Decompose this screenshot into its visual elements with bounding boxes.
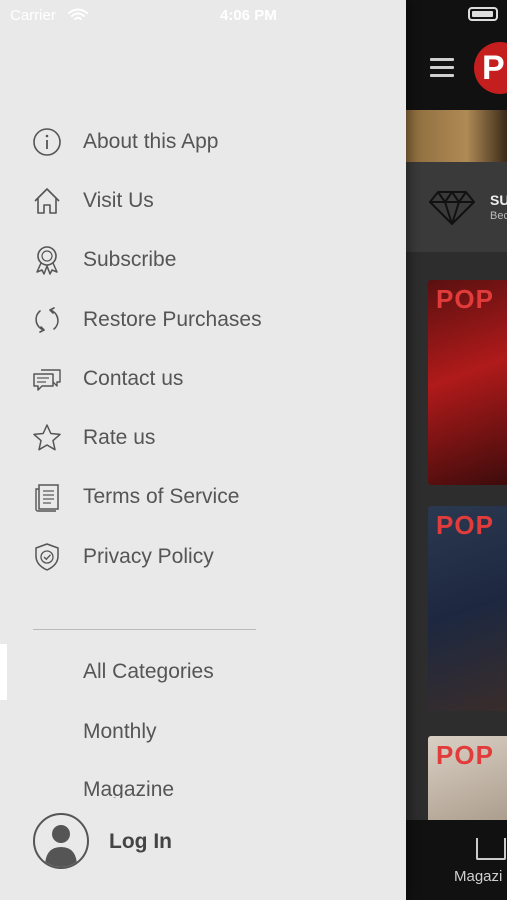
category-all[interactable]: All Categories <box>83 660 214 684</box>
menu-item-label: Restore Purchases <box>83 308 262 331</box>
menu-item-label: Rate us <box>83 426 156 449</box>
subscribe-title: SU <box>490 192 507 208</box>
menu-item-label: Visit Us <box>83 189 154 212</box>
avatar <box>33 813 89 869</box>
app-header: P <box>406 0 507 110</box>
app-logo: P <box>474 42 507 94</box>
side-drawer: About this App Visit Us Subscribe Restor… <box>0 0 406 900</box>
tab-bar: Magazi <box>406 820 507 900</box>
menu-item-label: Terms of Service <box>83 485 240 508</box>
refresh-icon <box>31 304 63 336</box>
battery-icon <box>468 7 498 21</box>
home-icon <box>31 185 63 217</box>
subscribe-banner[interactable]: SU Bec <box>406 162 507 252</box>
info-icon <box>31 126 63 158</box>
book-icon[interactable] <box>476 838 506 860</box>
document-icon <box>31 481 63 513</box>
badge-icon <box>31 244 63 276</box>
status-time: 4:06 PM <box>220 7 277 24</box>
magazine-cover[interactable]: POP <box>428 506 507 711</box>
cover-masthead: POP <box>436 740 494 770</box>
hero-banner[interactable] <box>406 110 507 162</box>
subscribe-subtitle: Bec <box>490 210 507 222</box>
menu-item-label: Subscribe <box>83 248 177 271</box>
chat-icon <box>31 363 63 395</box>
menu-divider <box>33 629 256 630</box>
wifi-icon <box>68 8 88 20</box>
background-app: P SU Bec POP POP POP Magazi <box>406 0 507 900</box>
cover-masthead: POP <box>436 510 494 540</box>
hamburger-menu-icon[interactable] <box>430 58 454 78</box>
shield-icon <box>31 541 63 573</box>
star-icon <box>31 422 63 454</box>
menu-item-privacy-policy[interactable]: Privacy Policy <box>0 529 406 585</box>
menu-item-label: Privacy Policy <box>83 545 214 568</box>
menu-item-visit-us[interactable]: Visit Us <box>0 173 406 229</box>
menu-item-rate-us[interactable]: Rate us <box>0 410 406 466</box>
menu-item-contact-us[interactable]: Contact us <box>0 351 406 407</box>
menu-item-about[interactable]: About this App <box>0 114 406 170</box>
status-bar: Carrier 4:06 PM <box>0 0 406 30</box>
magazine-cover[interactable]: POP <box>428 736 507 826</box>
selection-indicator <box>0 644 7 700</box>
category-list-clip: Magazine <box>0 770 406 798</box>
menu-item-label: About this App <box>83 130 219 153</box>
magazine-cover[interactable]: POP <box>428 280 507 485</box>
login-row[interactable]: Log In <box>0 808 406 874</box>
menu-item-terms-of-service[interactable]: Terms of Service <box>0 469 406 525</box>
category-magazine[interactable]: Magazine <box>83 778 174 798</box>
menu-item-subscribe[interactable]: Subscribe <box>0 232 406 288</box>
tab-magazine-label[interactable]: Magazi <box>454 868 502 885</box>
category-monthly[interactable]: Monthly <box>83 720 157 744</box>
cover-masthead: POP <box>436 284 494 314</box>
menu-item-restore-purchases[interactable]: Restore Purchases <box>0 292 406 348</box>
login-label: Log In <box>109 830 172 853</box>
menu-item-label: Contact us <box>83 367 184 390</box>
carrier-label: Carrier <box>10 7 56 24</box>
diamond-icon <box>429 191 475 225</box>
